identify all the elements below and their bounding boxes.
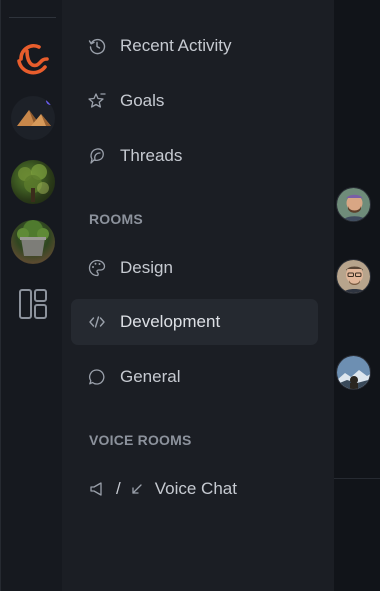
avatar-photo-icon <box>337 260 370 293</box>
code-icon <box>89 316 105 328</box>
rail-divider <box>9 17 56 18</box>
voice-separator: / <box>116 479 121 498</box>
room-label: Development <box>120 312 221 331</box>
member-avatar[interactable] <box>336 259 371 294</box>
avatar-photo-icon <box>337 188 370 221</box>
workspace-pot[interactable] <box>11 220 55 264</box>
workspace-rail <box>0 0 62 591</box>
voice-room-voice-chat[interactable]: / Voice Chat <box>71 466 318 512</box>
nav-recent-activity[interactable]: Recent Activity <box>71 23 318 69</box>
room-label: General <box>120 367 181 386</box>
members-divider <box>334 478 380 479</box>
member-avatar[interactable] <box>336 355 371 390</box>
nav-threads[interactable]: Threads <box>71 133 318 179</box>
channel-sidebar: Recent Activity Goals Threads ROOMS Desi… <box>62 0 370 591</box>
nav-goals[interactable]: Goals <box>71 78 318 124</box>
room-general[interactable]: General <box>71 354 318 400</box>
workspace-tree[interactable] <box>11 160 55 204</box>
palette-icon <box>88 259 106 277</box>
room-label: Design <box>120 258 173 277</box>
voice-room-label: Voice Chat <box>154 479 237 498</box>
room-design[interactable]: Design <box>71 245 318 291</box>
history-icon <box>88 38 106 55</box>
room-development[interactable]: Development <box>71 299 318 345</box>
voice-rooms-section-title: VOICE ROOMS <box>89 432 192 448</box>
members-column <box>334 0 380 591</box>
rooms-section-title: ROOMS <box>89 211 143 227</box>
threads-icon <box>90 148 104 164</box>
workspace-pyramids[interactable] <box>11 96 55 140</box>
app-logo[interactable] <box>11 37 55 81</box>
member-avatar[interactable] <box>336 187 371 222</box>
logo-icon <box>17 43 49 75</box>
app-window: Recent Activity Goals Threads ROOMS Desi… <box>0 0 380 591</box>
arrow-down-left-icon <box>132 484 142 494</box>
nav-label: Goals <box>120 91 165 110</box>
star-flag-icon <box>88 93 106 108</box>
layout-icon[interactable] <box>18 288 48 320</box>
tree-photo-icon <box>18 164 49 202</box>
avatar-photo-icon <box>337 356 370 389</box>
pot-photo-icon <box>17 220 49 256</box>
chat-bubble-icon <box>89 369 105 385</box>
megaphone-icon <box>90 482 102 496</box>
nav-label: Recent Activity <box>120 36 232 55</box>
nav-label: Threads <box>120 146 183 165</box>
notification-dot <box>46 96 55 105</box>
